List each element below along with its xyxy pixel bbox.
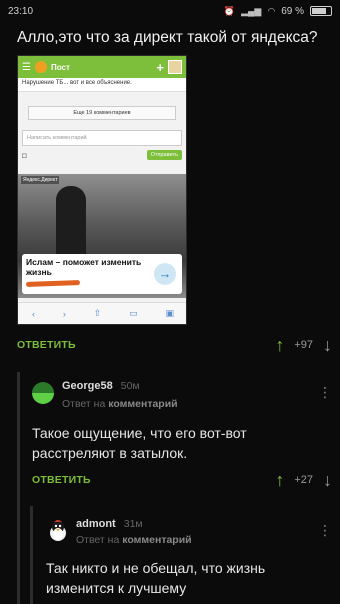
thread-line-nested [30, 506, 33, 604]
reply-target-link[interactable]: комментарий [122, 534, 191, 546]
more-options-icon[interactable]: ⋮ [318, 384, 332, 401]
upvote-icon[interactable]: ↑ [275, 470, 284, 491]
signal-icon: ▂▄▆ [241, 5, 262, 16]
image-send-button: Отправить [146, 150, 182, 160]
downvote-icon[interactable]: ↓ [323, 470, 332, 491]
image-more-comments: Еще 19 комментариев [28, 106, 176, 120]
post-title: Алло,это что за директ такой от яндекса? [17, 29, 318, 46]
comment-header: admont 31м [76, 518, 143, 530]
share-icon: ⇧ [93, 308, 102, 318]
menu-icon: ☰ [22, 61, 31, 73]
battery-percent: 69 % [281, 5, 304, 17]
thread-line [17, 372, 20, 604]
image-ad-label: Яндекс.Директ [21, 176, 60, 184]
comment-header: George58 50м [62, 380, 140, 392]
reply-button[interactable]: ОТВЕТИТЬ [17, 339, 76, 351]
comment-text: Так никто и не обещал, что жизнь изменит… [46, 560, 266, 597]
status-bar: 23:10 ⏰ ▂▄▆ ◠ 69 % [0, 0, 340, 22]
comment-time: 50м [120, 380, 140, 392]
comment-text: Такое ощущение, что его вот-вот расстрел… [32, 425, 247, 462]
comment-reply-to: Ответ на комментарий [76, 534, 192, 546]
downvote-icon[interactable]: ↓ [323, 335, 332, 356]
comment-username[interactable]: admont [76, 518, 116, 530]
alarm-icon: ⏰ [223, 5, 236, 16]
post-actions: ОТВЕТИТЬ ↑ +97 ↓ [17, 335, 332, 355]
reply-target-link[interactable]: комментарий [108, 398, 177, 410]
status-time: 23:10 [8, 5, 34, 17]
avatar [168, 60, 182, 74]
image-ad: Яндекс.Директ Ислам – поможет изменить ж… [18, 174, 186, 298]
image-ad-card: Ислам – поможет изменить жизнь → [22, 254, 182, 294]
image-comment-input: Написать комментарий [22, 130, 182, 146]
image-tab-title: Пост [50, 62, 70, 72]
image-ad-text: Ислам – поможет изменить жизнь [26, 257, 142, 277]
comment-actions: ОТВЕТИТЬ ↑ +27 ↓ [32, 470, 332, 490]
upvote-icon[interactable]: ↑ [275, 335, 284, 356]
forward-icon: › [62, 308, 66, 319]
comment-username[interactable]: George58 [62, 380, 113, 392]
book-icon: ▭ [129, 308, 138, 318]
camera-icon: ◘ [22, 150, 27, 160]
reply-prefix: Ответ на [76, 534, 120, 546]
post-score: +97 [294, 339, 313, 351]
back-icon: ‹ [31, 308, 35, 319]
tabs-icon: ▣ [165, 308, 175, 318]
avatar-george58[interactable] [32, 382, 54, 404]
comment-score: +27 [294, 474, 313, 486]
wifi-icon: ◠ [267, 5, 276, 16]
image-row-text: Нарушение ТБ... вот и все объяснение. [18, 78, 186, 92]
comment-reply-to: Ответ на комментарий [62, 398, 178, 410]
post-image[interactable]: ☰ Пост + Нарушение ТБ... вот и все объяс… [17, 55, 187, 325]
arrow-right-icon: → [154, 263, 176, 285]
logo-icon [34, 61, 47, 73]
plus-icon: + [156, 59, 164, 75]
scribble-mark [25, 279, 81, 287]
battery-icon [310, 6, 332, 16]
more-options-icon[interactable]: ⋮ [318, 522, 332, 539]
image-browser-bar: ‹ › ⇧ ▭ ▣ [18, 302, 186, 324]
reply-button[interactable]: ОТВЕТИТЬ [32, 474, 91, 486]
reply-prefix: Ответ на [62, 398, 106, 410]
comment-time: 31м [123, 518, 143, 530]
avatar-admont[interactable] [48, 519, 68, 542]
image-topbar: ☰ Пост + [18, 56, 186, 78]
